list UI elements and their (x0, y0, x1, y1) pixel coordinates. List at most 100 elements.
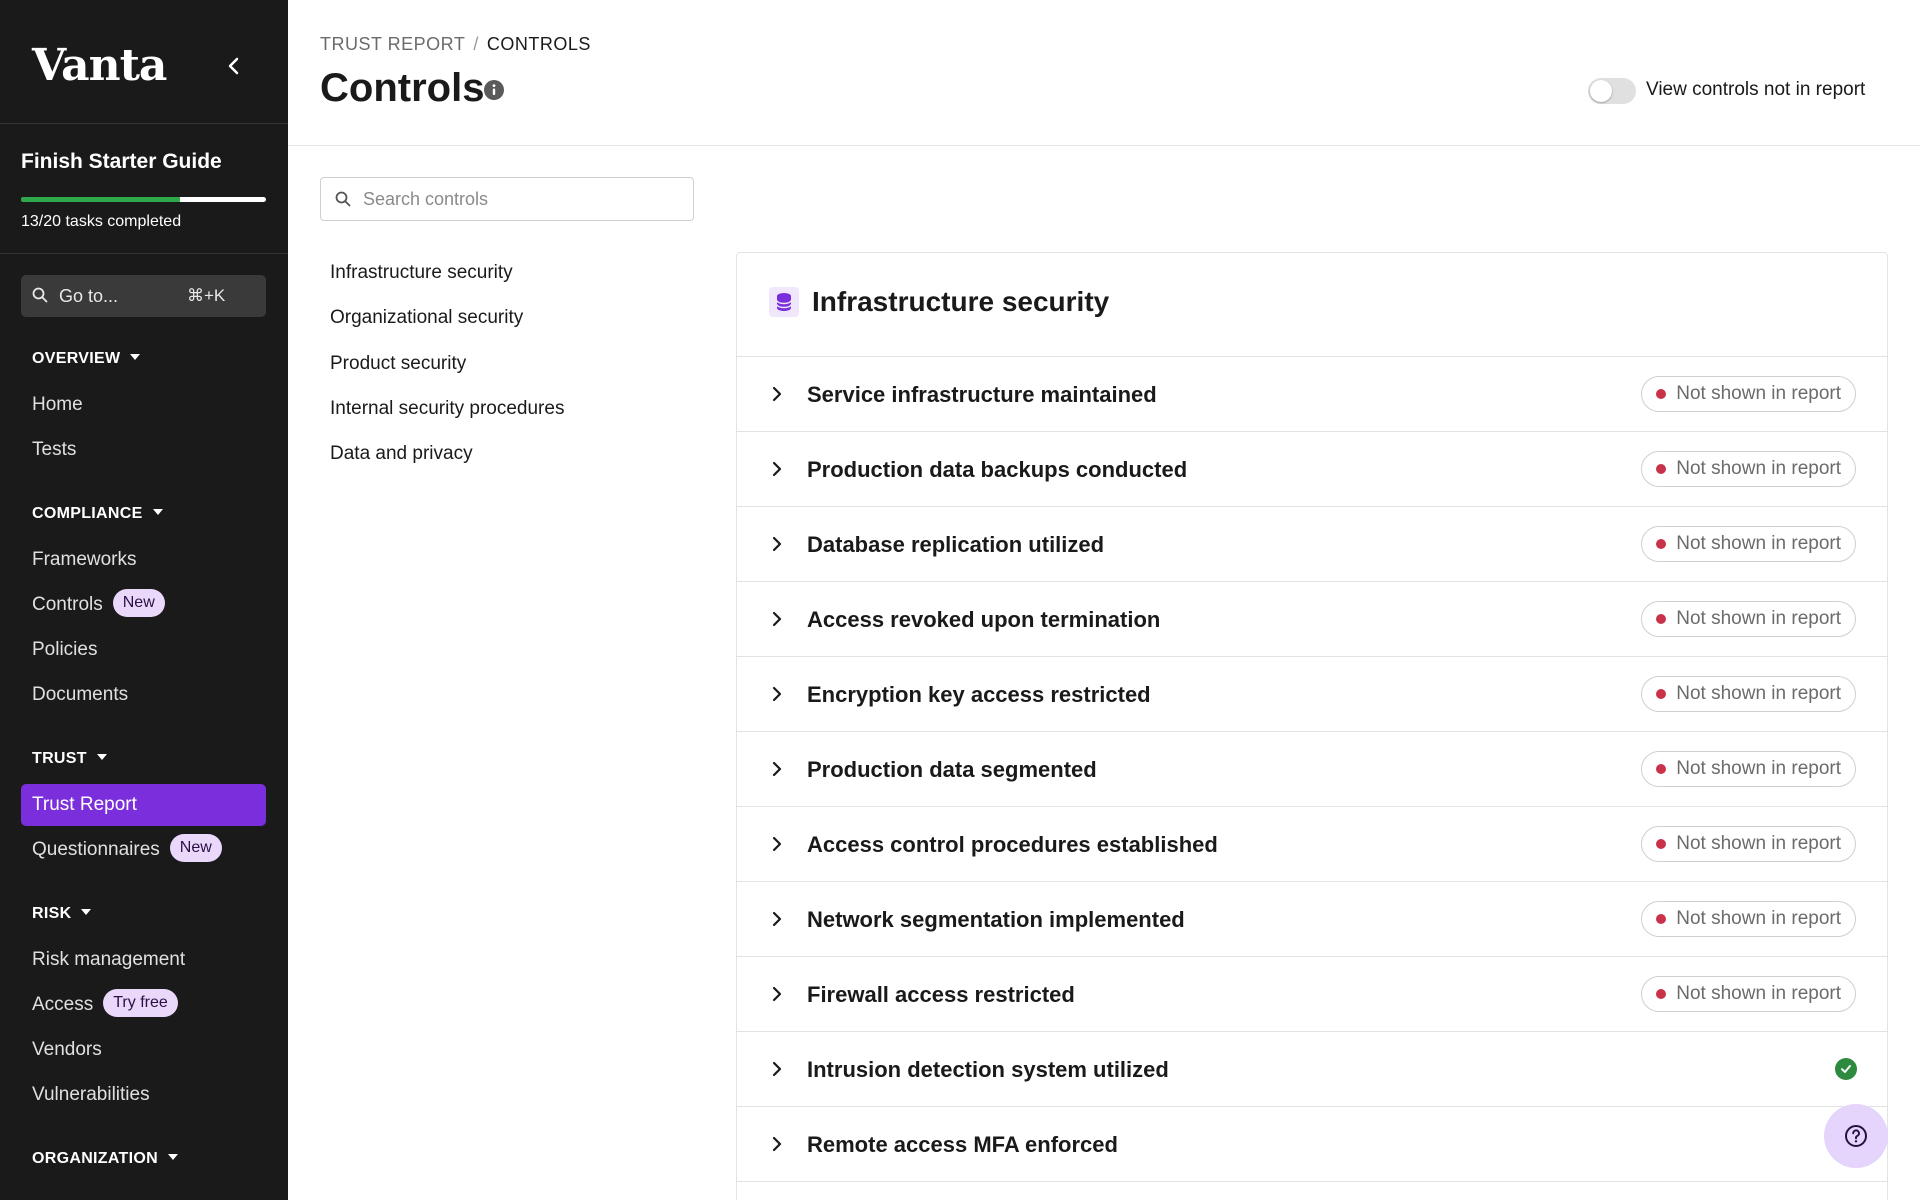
status-badge: Not shown in report (1641, 901, 1856, 937)
control-row[interactable]: Remote access MFA enforced (737, 1107, 1887, 1182)
breadcrumb-separator: / (473, 34, 479, 54)
status-dot (1656, 389, 1667, 399)
section-trust[interactable]: TRUST (32, 750, 107, 768)
control-row[interactable]: Intrusion detection system utilized (737, 1032, 1887, 1107)
control-row[interactable]: Firewall access restricted Not shown in r… (737, 957, 1887, 1032)
toggle-knob (1590, 80, 1612, 102)
info-icon[interactable] (484, 80, 504, 105)
status-badge: Not shown in report (1641, 451, 1856, 487)
sidebar-item-trust-report[interactable]: Trust Report (21, 784, 266, 826)
section-organization[interactable]: ORGANIZATION (32, 1150, 178, 1168)
sidebar: Vanta Finish Starter Guide 13/20 tasks c… (0, 0, 288, 1200)
status-badge: Not shown in report (1641, 376, 1856, 412)
control-name: Network segmentation implemented (807, 907, 1185, 932)
sidebar-header: Vanta (0, 0, 288, 124)
status-badge: Not shown in report (1641, 976, 1856, 1012)
sidebar-item-risk-management[interactable]: Risk management (21, 939, 266, 981)
divider (0, 253, 288, 254)
control-name: Access revoked upon termination (807, 607, 1161, 632)
control-row[interactable]: Access control procedures established Not… (737, 807, 1887, 882)
sidebar-item-access[interactable]: Access Try free (21, 984, 266, 1026)
sidebar-item-controls[interactable]: Controls New (21, 584, 266, 626)
goto-label: Go to... (59, 286, 119, 306)
goto-shortcut: ⌘+K (187, 286, 226, 305)
help-icon (1845, 1125, 1867, 1147)
card-title: Infrastructure security (812, 286, 1110, 317)
sidebar-item-vulnerabilities[interactable]: Vulnerabilities (21, 1074, 266, 1116)
sidebar-item-frameworks[interactable]: Frameworks (21, 539, 266, 581)
section-risk[interactable]: RISK (32, 905, 92, 923)
status-dot (1656, 764, 1667, 774)
status-dot (1656, 614, 1667, 624)
control-row[interactable]: Production data backups conducted Not sho… (737, 432, 1887, 507)
status-badge: Not shown in report (1641, 526, 1856, 562)
sidebar-item-vendors[interactable]: Vendors (21, 1029, 266, 1071)
status-badge: Not shown in report (1641, 751, 1856, 787)
new-badge: New (112, 588, 165, 617)
sidebar-item-home[interactable]: Home (21, 384, 266, 426)
control-name: Remote access MFA enforced (807, 1132, 1118, 1157)
control-name: Service infrastructure maintained (807, 382, 1157, 407)
search-icon (335, 191, 351, 207)
chevron-right-icon[interactable] (769, 1060, 785, 1083)
control-row[interactable]: Database replication utilized Not shown i… (737, 507, 1887, 582)
vanta-logo[interactable]: Vanta (32, 40, 167, 91)
chevron-right-icon[interactable] (769, 610, 785, 633)
control-row[interactable]: Service infrastructure maintained Not sho… (737, 357, 1887, 432)
search-input[interactable] (363, 178, 683, 220)
sidebar-item-tests[interactable]: Tests (21, 429, 266, 471)
breadcrumb: TRUST REPORT / CONTROLS (320, 34, 591, 55)
chevron-right-icon[interactable] (769, 1135, 785, 1158)
chevron-right-icon[interactable] (769, 760, 785, 783)
goto-search[interactable]: Go to... ⌘+K (21, 275, 266, 317)
status-badge: Not shown in report (1641, 601, 1856, 637)
status-badge: Not shown in report (1641, 826, 1856, 862)
caret-down-icon (130, 353, 141, 360)
breadcrumb-trust-report[interactable]: TRUST REPORT (320, 34, 465, 54)
page-title: Controls (320, 66, 485, 110)
caret-down-icon (81, 908, 92, 915)
control-row[interactable]: Network segmentation implemented Not show… (737, 882, 1887, 957)
chevron-right-icon[interactable] (769, 535, 785, 558)
help-button[interactable] (1824, 1104, 1888, 1168)
section-overview[interactable]: OVERVIEW (32, 350, 141, 368)
category-infrastructure-security[interactable]: Infrastructure security (330, 262, 513, 284)
sidebar-item-documents[interactable]: Documents (21, 674, 266, 716)
control-row[interactable]: Access revoked upon termination Not shown… (737, 582, 1887, 657)
chevron-right-icon[interactable] (769, 910, 785, 933)
sidebar-item-questionnaires[interactable]: Questionnaires New (21, 829, 266, 871)
chevron-right-icon[interactable] (769, 835, 785, 858)
control-row[interactable]: Encryption key access restricted Not show… (737, 657, 1887, 732)
status-dot (1656, 689, 1667, 699)
category-internal-security-procedures[interactable]: Internal security procedures (330, 398, 564, 420)
search-icon (32, 287, 48, 303)
control-name: Encryption key access restricted (807, 682, 1151, 707)
search-controls[interactable] (320, 177, 694, 221)
control-name: Access control procedures established (807, 832, 1218, 857)
category-product-security[interactable]: Product security (330, 353, 466, 375)
toggle-label[interactable]: View controls not in report (1646, 79, 1865, 101)
chevron-right-icon[interactable] (769, 985, 785, 1008)
category-data-and-privacy[interactable]: Data and privacy (330, 443, 473, 465)
check-circle-icon (1835, 1058, 1857, 1080)
status-dot (1656, 989, 1667, 999)
status-dot (1656, 839, 1667, 849)
chevron-right-icon[interactable] (769, 460, 785, 483)
chevron-right-icon[interactable] (769, 385, 785, 408)
collapse-sidebar-icon[interactable] (222, 54, 246, 78)
sidebar-item-policies[interactable]: Policies (21, 629, 266, 671)
control-name: Production data segmented (807, 757, 1097, 782)
starter-guide-title[interactable]: Finish Starter Guide (21, 150, 222, 174)
controls-card: Infrastructure security Service infrastr… (736, 252, 1888, 1200)
control-row[interactable]: Production data segmented Not shown in re… (737, 732, 1887, 807)
status-dot (1656, 914, 1667, 924)
status-badge: Not shown in report (1641, 676, 1856, 712)
category-organizational-security[interactable]: Organizational security (330, 307, 523, 329)
database-icon (769, 287, 799, 317)
section-compliance[interactable]: COMPLIANCE (32, 505, 163, 523)
caret-down-icon (152, 508, 163, 515)
view-not-in-report-toggle[interactable] (1588, 78, 1636, 104)
controls-list: Service infrastructure maintained Not sho… (737, 357, 1887, 1182)
caret-down-icon (96, 753, 107, 760)
chevron-right-icon[interactable] (769, 685, 785, 708)
